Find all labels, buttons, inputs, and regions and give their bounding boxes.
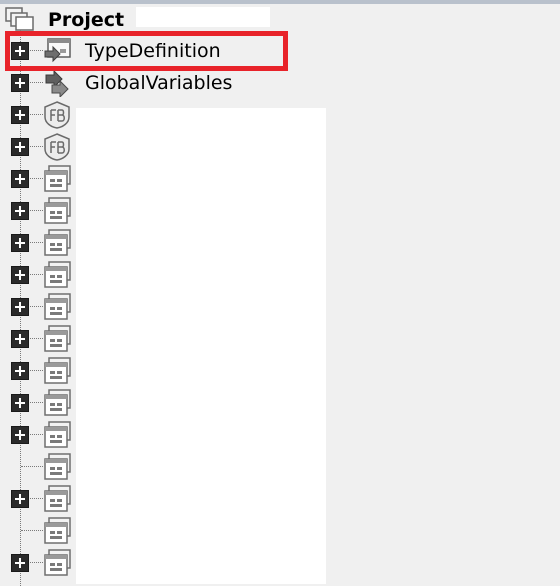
expand-icon[interactable] <box>11 362 29 380</box>
project-icon <box>5 7 35 31</box>
expand-icon[interactable] <box>11 170 29 188</box>
expand-icon[interactable] <box>11 74 29 92</box>
tree-item[interactable]: GlobalVariables <box>0 67 560 99</box>
program-icon <box>42 325 72 353</box>
redacted-area <box>76 108 326 584</box>
expand-icon[interactable] <box>11 394 29 412</box>
tree-item-label: GlobalVariables <box>85 72 233 94</box>
function-block-icon <box>42 133 72 161</box>
expand-icon[interactable] <box>11 234 29 252</box>
expand-icon[interactable] <box>11 330 29 348</box>
program-icon <box>42 485 72 513</box>
expand-icon[interactable] <box>11 490 29 508</box>
tree-root-row[interactable]: Project <box>0 4 560 32</box>
program-icon <box>42 197 72 225</box>
program-icon <box>42 421 72 449</box>
program-icon <box>42 293 72 321</box>
expand-icon[interactable] <box>11 426 29 444</box>
program-icon <box>42 165 72 193</box>
expand-icon[interactable] <box>11 266 29 284</box>
expand-icon[interactable] <box>11 298 29 316</box>
expand-icon[interactable] <box>11 202 29 220</box>
global-variables-icon <box>42 69 72 99</box>
redacted-area <box>136 7 270 27</box>
program-icon <box>42 517 72 545</box>
tree-root-label: Project <box>48 9 125 31</box>
program-icon <box>42 261 72 289</box>
program-icon <box>42 453 72 481</box>
program-icon <box>42 229 72 257</box>
program-icon <box>42 389 72 417</box>
program-icon <box>42 357 72 385</box>
expand-icon[interactable] <box>11 106 29 124</box>
highlight-box <box>5 31 288 71</box>
expand-icon[interactable] <box>11 138 29 156</box>
program-icon <box>42 549 72 577</box>
function-block-icon <box>42 101 72 129</box>
expand-icon[interactable] <box>11 554 29 572</box>
tree-connector-line <box>21 466 43 467</box>
tree-connector-line <box>21 530 43 531</box>
